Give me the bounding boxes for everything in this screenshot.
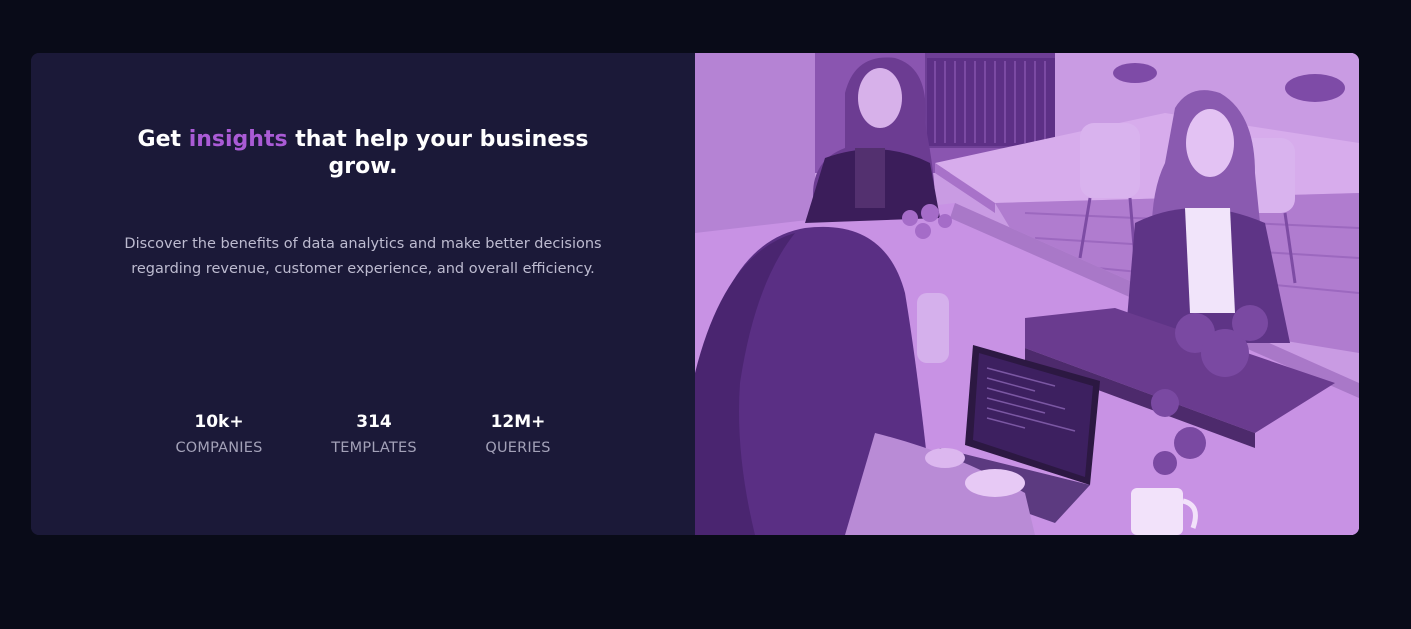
office-team-photo [695, 53, 1359, 535]
headline-accent-word: insights [188, 127, 288, 152]
hero-card: Get insights that help your business gro… [31, 53, 1359, 535]
stat-label: COMPANIES [175, 440, 263, 456]
headline-pre: Get [137, 127, 182, 152]
hero-description: Discover the benefits of data analytics … [124, 236, 602, 277]
stat-templates: 314 TEMPLATES [331, 409, 417, 461]
stat-value: 12M+ [490, 412, 546, 432]
stat-companies: 10k+ COMPANIES [175, 409, 262, 461]
hero-photo [695, 53, 1359, 535]
stat-value: 314 [356, 412, 392, 432]
stats-row: 10k+ COMPANIES 314 TEMPLATES 12M+ QUERIE… [31, 409, 695, 469]
stat-queries: 12M+ QUERIES [485, 409, 550, 461]
stat-label: QUERIES [485, 440, 551, 456]
stat-label: TEMPLATES [331, 440, 417, 456]
headline-post: that help your business grow. [295, 127, 589, 179]
hero-text-panel: Get insights that help your business gro… [31, 53, 695, 535]
stat-value: 10k+ [194, 412, 244, 432]
hero-headline: Get insights that help your business gro… [121, 126, 605, 180]
